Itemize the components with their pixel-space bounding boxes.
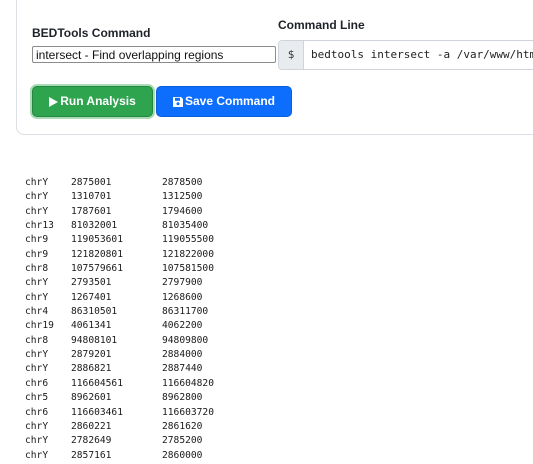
command-output: chrY 2875001 2878500 chrY 1310701 1312500 chrY… bbox=[25, 176, 214, 463]
output-chrom: chrY bbox=[25, 191, 49, 203]
output-start: 81032001 bbox=[71, 220, 118, 232]
output-chrom: chr13 bbox=[25, 220, 54, 232]
command-line-label: Command Line bbox=[278, 18, 365, 32]
output-row: chr4 86310501 86311700 bbox=[25, 305, 214, 319]
output-chrom: chrY bbox=[25, 277, 49, 289]
output-row: chr6 116604561 116604820 bbox=[25, 377, 214, 391]
output-chrom: chrY bbox=[25, 177, 49, 188]
output-row: chrY 2793501 2797900 bbox=[25, 276, 214, 290]
output-end: 2878500 bbox=[162, 177, 203, 188]
output-row: chrY 1787601 1794600 bbox=[25, 205, 214, 219]
output-start: 1310701 bbox=[71, 191, 112, 203]
output-chrom: chr9 bbox=[25, 234, 49, 246]
output-chrom: chr19 bbox=[25, 320, 54, 332]
output-start: 94808101 bbox=[71, 334, 118, 346]
output-end: 116604820 bbox=[162, 377, 214, 389]
output-chrom: chr5 bbox=[25, 392, 49, 404]
bedtools-command-select[interactable]: intersect - Find overlapping regions bbox=[32, 46, 276, 63]
dollar-prefix: $ bbox=[279, 41, 304, 69]
output-row: chr9 121820801 121822000 bbox=[25, 248, 214, 262]
output-end: 1268600 bbox=[162, 291, 203, 303]
output-start: 1267401 bbox=[71, 291, 112, 303]
output-row: chrY 2875001 2878500 bbox=[25, 176, 214, 190]
output-chrom: chrY bbox=[25, 435, 49, 447]
output-end: 2860000 bbox=[162, 449, 203, 461]
output-start: 2793501 bbox=[71, 277, 112, 289]
output-chrom: chrY bbox=[25, 349, 49, 361]
save-command-label: Save Command bbox=[184, 94, 276, 108]
output-start: 4061341 bbox=[71, 320, 112, 332]
output-end: 116603720 bbox=[162, 406, 214, 418]
save-command-button[interactable]: Save Command bbox=[156, 86, 292, 117]
output-start: 1787601 bbox=[71, 205, 112, 217]
output-row: chr19 4061341 4062200 bbox=[25, 319, 214, 333]
output-end: 1794600 bbox=[162, 205, 203, 217]
output-chrom: chr8 bbox=[25, 263, 49, 275]
output-row: chrY 1310701 1312500 bbox=[25, 190, 214, 204]
output-row: chrY 2782649 2785200 bbox=[25, 434, 214, 448]
output-start: 86310501 bbox=[71, 306, 118, 318]
output-start: 2857161 bbox=[71, 449, 112, 461]
output-start: 8962601 bbox=[71, 392, 112, 404]
output-row: chrY 2860221 2861620 bbox=[25, 420, 214, 434]
output-chrom: chrY bbox=[25, 205, 49, 217]
output-end: 2797900 bbox=[162, 277, 203, 289]
output-end: 81035400 bbox=[162, 220, 209, 232]
output-start: 119053601 bbox=[71, 234, 123, 246]
output-row: chr13 81032001 81035400 bbox=[25, 219, 214, 233]
output-start: 116604561 bbox=[71, 377, 123, 389]
output-end: 2884000 bbox=[162, 349, 203, 361]
output-start: 2875001 bbox=[71, 177, 112, 188]
output-chrom: chr4 bbox=[25, 306, 49, 318]
run-analysis-button[interactable]: Run Analysis bbox=[32, 86, 153, 117]
output-end: 1312500 bbox=[162, 191, 203, 203]
output-chrom: chr9 bbox=[25, 248, 49, 260]
output-row: chrY 1267401 1268600 bbox=[25, 291, 214, 305]
output-start: 2860221 bbox=[71, 420, 112, 432]
output-end: 119055500 bbox=[162, 234, 214, 246]
play-icon bbox=[49, 96, 59, 107]
output-chrom: chrY bbox=[25, 449, 49, 461]
output-start: 2886821 bbox=[71, 363, 112, 375]
output-row: chr8 94808101 94809800 bbox=[25, 334, 214, 348]
bedtools-page: BEDTools Command intersect - Find overla… bbox=[0, 0, 533, 464]
output-chrom: chr8 bbox=[25, 334, 49, 346]
output-end: 94809800 bbox=[162, 334, 209, 346]
output-end: 2861620 bbox=[162, 420, 203, 432]
output-end: 2785200 bbox=[162, 435, 203, 447]
output-start: 116603461 bbox=[71, 406, 123, 418]
output-chrom: chrY bbox=[25, 420, 49, 432]
output-end: 121822000 bbox=[162, 248, 214, 260]
run-analysis-label: Run Analysis bbox=[60, 94, 136, 108]
output-row: chrY 2857161 2860000 bbox=[25, 449, 214, 463]
output-row: chr5 8962601 8962800 bbox=[25, 391, 214, 405]
command-line-field[interactable]: $ bedtools intersect -a /var/www/html bbox=[278, 40, 533, 70]
output-row: chr9 119053601 119055500 bbox=[25, 233, 214, 247]
command-line-text[interactable]: bedtools intersect -a /var/www/html bbox=[311, 41, 533, 69]
output-chrom: chrY bbox=[25, 291, 49, 303]
output-start: 2879201 bbox=[71, 349, 112, 361]
output-end: 4062200 bbox=[162, 320, 203, 332]
output-chrom: chrY bbox=[25, 363, 49, 375]
output-chrom: chr6 bbox=[25, 406, 49, 418]
output-end: 107581500 bbox=[162, 263, 214, 275]
output-end: 86311700 bbox=[162, 306, 209, 318]
output-start: 121820801 bbox=[71, 248, 123, 260]
output-chrom: chr6 bbox=[25, 377, 49, 389]
floppy-disk-icon bbox=[172, 96, 183, 107]
output-row: chrY 2879201 2884000 bbox=[25, 348, 214, 362]
output-start: 2782649 bbox=[71, 435, 112, 447]
output-row: chr8 107579661 107581500 bbox=[25, 262, 214, 276]
output-row: chr6 116603461 116603720 bbox=[25, 406, 214, 420]
output-row: chrY 2886821 2887440 bbox=[25, 362, 214, 376]
bedtools-command-label: BEDTools Command bbox=[32, 26, 151, 40]
output-end: 2887440 bbox=[162, 363, 203, 375]
output-start: 107579661 bbox=[71, 263, 123, 275]
output-end: 8962800 bbox=[162, 392, 203, 404]
